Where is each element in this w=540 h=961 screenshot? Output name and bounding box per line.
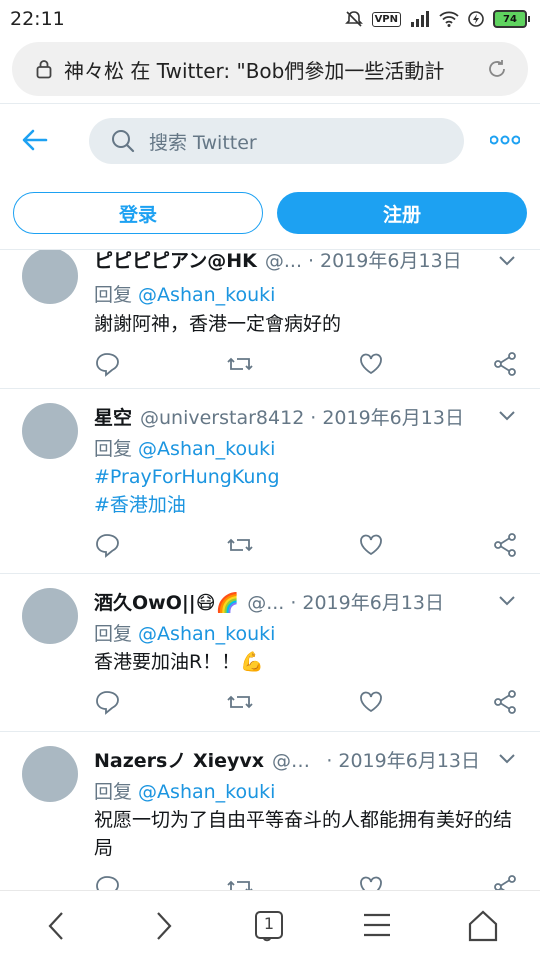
search-input[interactable]: 搜索 Twitter bbox=[89, 118, 464, 164]
avatar[interactable] bbox=[22, 403, 78, 459]
status-bar: 22:11 VPN 74 bbox=[0, 0, 540, 38]
share-icon[interactable] bbox=[492, 532, 518, 558]
avatar[interactable] bbox=[22, 588, 78, 644]
back-arrow-icon[interactable] bbox=[22, 127, 48, 153]
wifi-icon bbox=[439, 11, 459, 27]
tab-count: 1 bbox=[263, 914, 275, 933]
reply-context: 回复 @Ashan_kouki bbox=[94, 438, 276, 460]
mute-bell-icon bbox=[344, 11, 363, 27]
tweet-actions bbox=[94, 351, 518, 379]
chevron-down-icon[interactable] bbox=[498, 594, 516, 606]
chevron-down-icon[interactable] bbox=[498, 752, 516, 764]
user-handle[interactable]: @... bbox=[247, 592, 284, 614]
more-icon[interactable] bbox=[490, 134, 520, 146]
tweet-text: 謝謝阿神，香港一定會病好的 bbox=[94, 313, 342, 335]
avatar[interactable] bbox=[22, 250, 78, 304]
reload-icon[interactable] bbox=[486, 58, 508, 80]
status-icons: VPN 74 bbox=[344, 10, 530, 28]
reply-icon[interactable] bbox=[94, 874, 120, 890]
signup-button[interactable]: 注册 bbox=[277, 192, 527, 234]
chevron-down-icon[interactable] bbox=[498, 409, 516, 421]
retweet-icon[interactable] bbox=[226, 874, 254, 890]
like-icon[interactable] bbox=[358, 874, 384, 890]
tweet-actions bbox=[94, 689, 518, 717]
tweet-header: Nazersノ Xieyvx @Xi... · 2019年6月13日 bbox=[94, 746, 480, 773]
like-icon[interactable] bbox=[358, 532, 384, 558]
charging-icon bbox=[468, 11, 484, 27]
signal-icon bbox=[411, 11, 429, 27]
forward-icon[interactable] bbox=[150, 909, 176, 943]
vpn-badge: VPN bbox=[371, 11, 401, 27]
tweet-actions bbox=[94, 532, 518, 560]
tweet[interactable]: Nazersノ Xieyvx @Xi... · 2019年6月13日 回复 @A… bbox=[0, 732, 540, 890]
home-icon[interactable] bbox=[467, 909, 499, 943]
tweet-date[interactable]: 2019年6月13日 bbox=[320, 250, 462, 273]
mention-link[interactable]: @Ashan_kouki bbox=[138, 623, 275, 645]
share-icon[interactable] bbox=[492, 874, 518, 890]
chevron-down-icon[interactable] bbox=[498, 254, 516, 266]
lock-icon bbox=[36, 60, 52, 79]
address-bar[interactable]: 神々松 在 Twitter: "Bob們參加一些活動計 bbox=[12, 42, 528, 96]
user-handle[interactable]: @universtar8412 bbox=[140, 407, 304, 429]
status-time: 22:11 bbox=[10, 8, 65, 30]
reply-icon[interactable] bbox=[94, 689, 120, 715]
hashtag-link[interactable]: #PrayForHungKung bbox=[94, 463, 518, 491]
tweet[interactable]: 酒久OwO||😷🌈 @... · 2019年6月13日 回复 @Ashan_ko… bbox=[0, 574, 540, 732]
tweet-feed[interactable]: ピピピピアン@HK @... · 2019年6月13日 回复 @Ashan_ko… bbox=[0, 250, 540, 890]
share-icon[interactable] bbox=[492, 351, 518, 377]
avatar[interactable] bbox=[22, 746, 78, 802]
reply-icon[interactable] bbox=[94, 532, 120, 558]
like-icon[interactable] bbox=[358, 351, 384, 377]
mention-link[interactable]: @Ashan_kouki bbox=[138, 781, 275, 803]
reply-context: 回复 @Ashan_kouki bbox=[94, 623, 276, 645]
reply-icon[interactable] bbox=[94, 351, 120, 377]
tweet-actions bbox=[94, 874, 518, 890]
user-name[interactable]: 酒久OwO||😷🌈 bbox=[94, 588, 239, 615]
battery-icon: 74 bbox=[493, 10, 530, 28]
tweet-header: 酒久OwO||😷🌈 @... · 2019年6月13日 bbox=[94, 588, 480, 615]
tweet-date[interactable]: 2019年6月13日 bbox=[302, 588, 444, 615]
retweet-icon[interactable] bbox=[226, 351, 254, 377]
user-name[interactable]: 星空 bbox=[94, 403, 132, 430]
tweet-text: #PrayForHungKung #香港加油 bbox=[94, 463, 518, 519]
user-handle[interactable]: @... bbox=[265, 250, 302, 272]
search-icon bbox=[112, 130, 135, 153]
menu-icon[interactable] bbox=[362, 909, 392, 941]
user-name[interactable]: Nazersノ Xieyvx bbox=[94, 746, 264, 773]
user-handle[interactable]: @Xi... bbox=[272, 750, 320, 772]
tweet-header: ピピピピアン@HK @... · 2019年6月13日 bbox=[94, 250, 480, 273]
search-placeholder: 搜索 Twitter bbox=[149, 131, 257, 154]
twitter-header: 搜索 Twitter bbox=[0, 104, 540, 178]
tweet-date[interactable]: 2019年6月13日 bbox=[338, 746, 480, 773]
tweet[interactable]: 星空 @universtar8412 · 2019年6月13日 回复 @Asha… bbox=[0, 389, 540, 573]
retweet-icon[interactable] bbox=[226, 689, 254, 715]
mention-link[interactable]: @Ashan_kouki bbox=[138, 284, 275, 306]
tweet-header: 星空 @universtar8412 · 2019年6月13日 bbox=[94, 403, 480, 430]
tweet-text: 香港要加油R！！💪 bbox=[94, 651, 264, 673]
auth-buttons: 登录 注册 bbox=[0, 192, 540, 236]
reply-context: 回复 @Ashan_kouki bbox=[94, 284, 276, 306]
login-button[interactable]: 登录 bbox=[13, 192, 263, 234]
user-name[interactable]: ピピピピアン@HK bbox=[94, 250, 257, 273]
hashtag-link[interactable]: #香港加油 bbox=[94, 491, 518, 519]
like-icon[interactable] bbox=[358, 689, 384, 715]
tweet-text: 祝愿一切为了自由平等奋斗的人都能拥有美好的结局 bbox=[94, 809, 513, 859]
mention-link[interactable]: @Ashan_kouki bbox=[138, 438, 275, 460]
tweet[interactable]: ピピピピアン@HK @... · 2019年6月13日 回复 @Ashan_ko… bbox=[0, 250, 540, 388]
tweet-date[interactable]: 2019年6月13日 bbox=[322, 403, 464, 430]
back-icon[interactable] bbox=[44, 909, 70, 943]
tabs-button[interactable]: 1 bbox=[254, 909, 286, 942]
battery-level: 74 bbox=[493, 10, 527, 28]
share-icon[interactable] bbox=[492, 689, 518, 715]
url-text[interactable]: 神々松 在 Twitter: "Bob們參加一些活動計 bbox=[64, 55, 486, 84]
retweet-icon[interactable] bbox=[226, 532, 254, 558]
reply-context: 回复 @Ashan_kouki bbox=[94, 781, 276, 803]
browser-bottom-nav: 1 bbox=[0, 890, 540, 961]
